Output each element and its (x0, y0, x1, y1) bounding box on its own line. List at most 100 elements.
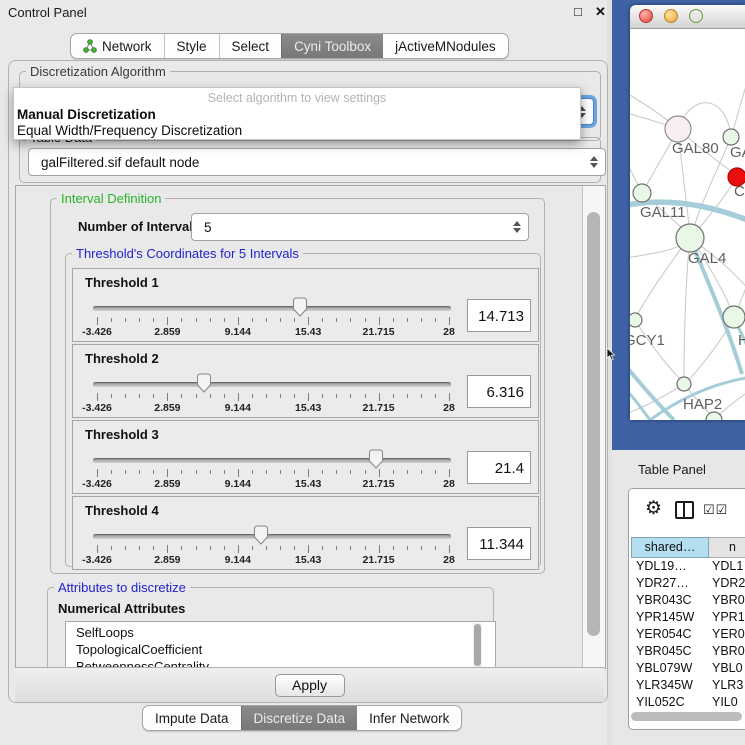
network-node[interactable] (723, 129, 739, 145)
panel-scrollbar[interactable] (582, 186, 605, 668)
table-row[interactable]: YDR27…YDR2 (631, 575, 745, 592)
table-panel-title: Table Panel (638, 462, 706, 477)
minimize-traffic-light-icon[interactable] (664, 9, 678, 23)
column-header-name[interactable]: n (709, 537, 745, 558)
tab-label: Impute Data (155, 711, 229, 726)
table-data-combo[interactable]: galFiltered.sif default node (28, 148, 606, 176)
tab-cyni-toolbox[interactable]: Cyni Toolbox (281, 34, 383, 58)
table-row[interactable]: YER054CYER0 (631, 626, 745, 643)
tab-discretize-data[interactable]: Discretize Data (241, 706, 358, 730)
slider-track[interactable] (93, 534, 451, 539)
threshold-label: Threshold 2 (85, 351, 159, 366)
attribute-item[interactable]: TopologicalCoefficient (76, 641, 495, 658)
thresholds-group: Threshold's Coordinates for 5 Intervals … (65, 253, 541, 567)
network-node[interactable] (665, 116, 691, 142)
dropdown-option-equal-width[interactable]: Equal Width/Frequency Discretization (17, 123, 242, 138)
node-label: HAP2 (683, 396, 722, 413)
table-data-group: Table Data galFiltered.sif default node (19, 137, 601, 183)
threshold-label: Threshold 4 (85, 503, 159, 518)
tab-label: Cyni Toolbox (294, 39, 371, 54)
num-intervals-label: Number of Intervals (78, 219, 200, 234)
group-title: Interval Definition (57, 191, 165, 206)
cyni-mode-tabbar: Impute Data Discretize Data Infer Network (142, 705, 462, 731)
dropdown-placeholder: Select algorithm to view settings (14, 91, 580, 105)
tab-impute-data[interactable]: Impute Data (143, 706, 241, 730)
tab-network[interactable]: Network (71, 34, 164, 58)
node-label: GAL80 (672, 140, 719, 157)
tab-label: Style (177, 39, 207, 54)
table-header: shared… n (631, 537, 745, 558)
network-node[interactable] (676, 224, 704, 252)
tab-label: Infer Network (369, 711, 449, 726)
tab-style[interactable]: Style (164, 34, 219, 58)
network-window[interactable]: GAL80GACGAL11GAL4GCY1HHAP2 (630, 5, 745, 420)
float-window-icon[interactable]: □ (574, 4, 582, 19)
settings-gear-icon[interactable]: ⚙ (645, 497, 662, 520)
network-node[interactable] (630, 313, 642, 327)
num-intervals-value: 5 (204, 220, 212, 235)
table-data-value: galFiltered.sif default node (41, 155, 199, 170)
screen: Control Panel □ ✕ NetworkStyleSelectCyni… (0, 0, 745, 745)
network-node[interactable] (723, 306, 745, 328)
settings-scroll-area: Interval Definition Number of Intervals … (15, 185, 606, 669)
node-label: GAL11 (640, 204, 686, 221)
table-row[interactable]: YDL19…YDL1 (631, 558, 745, 575)
split-columns-icon[interactable] (675, 501, 694, 519)
network-canvas[interactable]: GAL80GACGAL11GAL4GCY1HHAP2 (630, 29, 745, 420)
close-traffic-light-icon[interactable] (639, 9, 653, 23)
threshold-value-field[interactable]: 21.4 (467, 451, 531, 484)
table-row[interactable]: YIL052CYIL0 (631, 694, 745, 709)
slider-track[interactable] (93, 458, 451, 463)
apply-button[interactable]: Apply (275, 674, 345, 697)
column-header-shared-name[interactable]: shared… (631, 537, 709, 558)
threshold-label: Threshold 3 (85, 427, 159, 442)
attributes-listbox[interactable]: SelfLoopsTopologicalCoefficientBetweenne… (65, 621, 496, 669)
tab-select[interactable]: Select (219, 34, 282, 58)
slider-thumb-icon[interactable] (368, 449, 384, 469)
threshold-value-field[interactable]: 11.344 (467, 527, 531, 560)
network-node[interactable] (633, 184, 651, 202)
threshold-value-field[interactable]: 14.713 (467, 299, 531, 332)
network-node[interactable] (677, 377, 691, 391)
slider-thumb-icon[interactable] (253, 525, 269, 545)
table-rows: YDL19…YDL1YDR27…YDR2YBR043CYBR0YPR145WYP… (631, 558, 745, 709)
group-title: Threshold's Coordinates for 5 Intervals (72, 246, 303, 261)
node-label: GA (730, 144, 745, 161)
node-label: GAL4 (688, 250, 726, 267)
numerical-attributes-label: Numerical Attributes (58, 601, 185, 616)
network-icon (83, 39, 97, 54)
node-label: C (734, 183, 745, 200)
horizontal-scrollbar-thumb[interactable] (631, 712, 742, 721)
tab-label: Select (232, 39, 270, 54)
dropdown-option-manual[interactable]: Manual Discretization (17, 107, 156, 122)
node-label: H (738, 332, 745, 349)
slider-thumb-icon[interactable] (292, 297, 308, 317)
attribute-item[interactable]: SelfLoops (76, 624, 495, 641)
toolbox-tabbar: Network Style Select Cyni Toolbox jActiveMNo… (70, 33, 509, 59)
table-row[interactable]: YBL079WYBL0 (631, 660, 745, 677)
slider-track[interactable] (93, 382, 451, 387)
table-row[interactable]: YPR145WYPR1 (631, 609, 745, 626)
apply-bar: Apply (15, 667, 604, 702)
panel-scrollbar-thumb[interactable] (587, 212, 600, 636)
slider-track[interactable] (93, 306, 451, 311)
select-columns-icon[interactable]: ☑☑ (703, 502, 728, 518)
table-toolbar: ⚙ ☑☑ (629, 489, 745, 535)
slider-thumb-icon[interactable] (196, 373, 212, 393)
attributes-group: Attributes to discretize Numerical Attri… (47, 587, 494, 669)
table-row[interactable]: YBR043CYBR0 (631, 592, 745, 609)
threshold-box: Threshold 2 -3.4262.8599.14415.4321.7152… (72, 344, 539, 418)
network-window-titlebar[interactable] (630, 5, 745, 29)
list-scrollbar[interactable] (473, 623, 482, 669)
list-scrollbar-thumb[interactable] (474, 624, 481, 666)
tab-jactivemnodules[interactable]: jActiveMNodules (383, 34, 508, 58)
tab-infer-network[interactable]: Infer Network (357, 706, 461, 730)
tab-label: Network (102, 39, 152, 54)
table-row[interactable]: YLR345WYLR3 (631, 677, 745, 694)
threshold-value-field[interactable]: 6.316 (467, 375, 531, 408)
close-icon[interactable]: ✕ (595, 4, 606, 20)
zoom-traffic-light-icon[interactable] (689, 9, 703, 23)
num-intervals-combo[interactable]: 5 (191, 213, 529, 241)
combo-spinner-icon (590, 156, 598, 168)
table-row[interactable]: YBR045CYBR0 (631, 643, 745, 660)
